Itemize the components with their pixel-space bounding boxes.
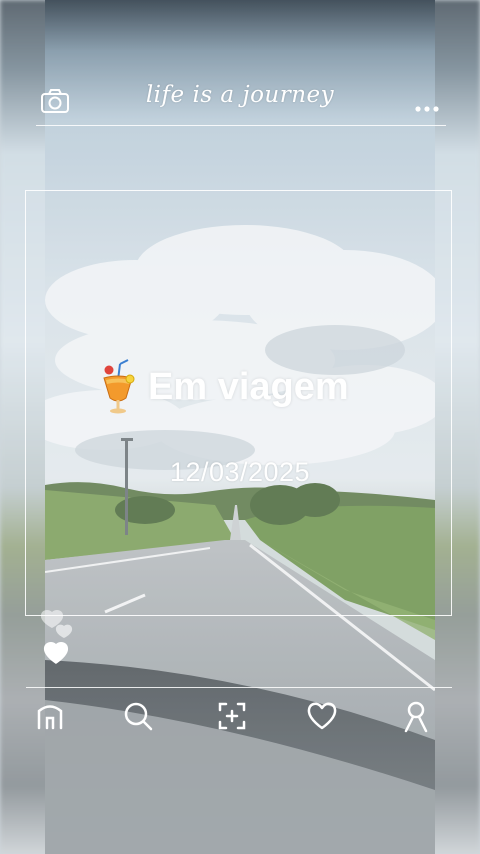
home-icon[interactable] [30,696,70,736]
top-bar: life is a journey [36,78,444,124]
header-divider [36,125,446,126]
bottom-nav [30,696,450,738]
profile-icon[interactable] [396,696,436,736]
nav-divider [26,687,452,688]
more-dots-icon[interactable] [414,98,440,112]
add-photo-icon[interactable] [212,696,252,736]
tropical-drink-icon [100,358,136,416]
story-date: 12/03/2025 [169,457,311,487]
hearts-icon[interactable] [38,608,86,672]
story-headline: Em viagem [100,358,349,416]
heart-outline-icon[interactable] [302,696,342,736]
story-screen: life is a journey Em viagem 12/03/2025 [0,0,480,854]
search-icon[interactable] [118,696,158,736]
headline-text: Em viagem [148,365,349,408]
page-title: life is a journey [145,82,335,108]
